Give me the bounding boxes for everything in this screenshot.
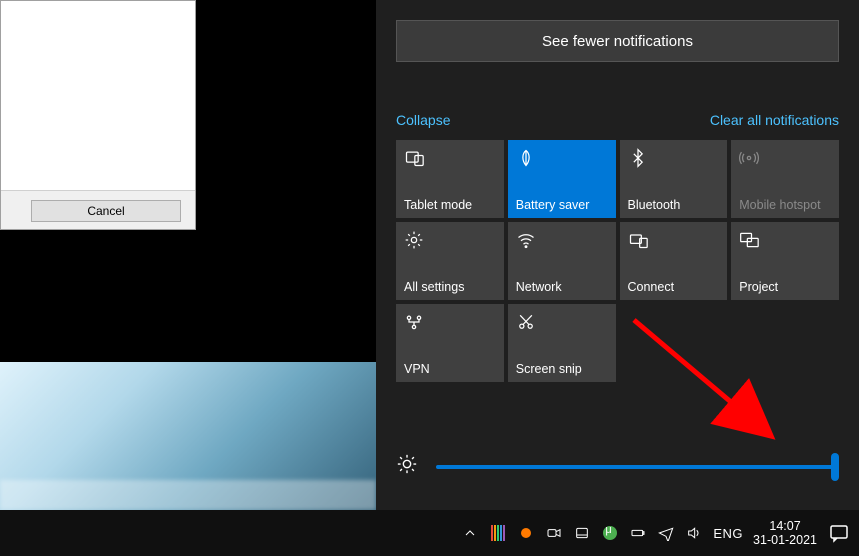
taskbar-date: 31-01-2021	[753, 533, 817, 547]
language-indicator[interactable]: ENG	[713, 526, 743, 541]
system-tray: ENG 14:07 31-01-2021	[461, 519, 851, 548]
dialog-window: Cancel	[0, 0, 196, 230]
utorrent-tray-icon[interactable]	[601, 524, 619, 542]
brightness-icon	[396, 453, 418, 480]
cancel-button[interactable]: Cancel	[31, 200, 181, 222]
touchpad-icon[interactable]	[573, 524, 591, 542]
brightness-control	[396, 453, 839, 480]
see-fewer-notifications-button[interactable]: See fewer notifications	[396, 20, 839, 62]
battery-tray-icon[interactable]	[629, 524, 647, 542]
airplane-mode-icon[interactable]	[657, 524, 675, 542]
tile-screen-snip[interactable]: Screen snip	[508, 304, 616, 382]
tile-bluetooth[interactable]: Bluetooth	[620, 140, 728, 218]
tile-label: Mobile hotspot	[739, 198, 831, 212]
tablet-mode-icon	[404, 148, 426, 168]
taskbar: ENG 14:07 31-01-2021	[0, 510, 859, 556]
tile-network[interactable]: Network	[508, 222, 616, 300]
bluetooth-icon	[628, 148, 650, 168]
desktop-wallpaper	[0, 362, 376, 510]
tile-connect[interactable]: Connect	[620, 222, 728, 300]
tile-label: Bluetooth	[628, 198, 720, 212]
taskbar-clock[interactable]: 14:07 31-01-2021	[753, 519, 817, 548]
hotspot-icon	[739, 148, 761, 168]
taskbar-time: 14:07	[753, 519, 817, 533]
tile-battery-saver[interactable]: Battery saver	[508, 140, 616, 218]
action-center-panel: See fewer notifications Collapse Clear a…	[376, 0, 859, 510]
recorder-tray-icon[interactable]	[517, 524, 535, 542]
tile-label: Battery saver	[516, 198, 608, 212]
tile-label: Connect	[628, 280, 720, 294]
tile-mobile-hotspot[interactable]: Mobile hotspot	[731, 140, 839, 218]
wifi-icon	[516, 230, 538, 250]
meet-now-icon[interactable]	[545, 524, 563, 542]
action-center-button[interactable]	[827, 521, 851, 545]
tile-label: Tablet mode	[404, 198, 496, 212]
connect-icon	[628, 230, 650, 250]
volume-icon[interactable]	[685, 524, 703, 542]
tray-overflow-chevron-icon[interactable]	[461, 524, 479, 542]
clear-all-notifications-link[interactable]: Clear all notifications	[710, 112, 839, 128]
brightness-slider[interactable]	[436, 465, 839, 469]
vpn-icon	[404, 312, 426, 332]
dialog-body	[1, 1, 195, 191]
project-icon	[739, 230, 761, 250]
gear-icon	[404, 230, 426, 250]
tile-project[interactable]: Project	[731, 222, 839, 300]
tile-label: Project	[739, 280, 831, 294]
quick-action-tiles: Tablet mode Battery saver Bluetooth Mobi…	[396, 140, 839, 382]
tile-tablet-mode[interactable]: Tablet mode	[396, 140, 504, 218]
tile-vpn[interactable]: VPN	[396, 304, 504, 382]
leaf-icon	[516, 148, 538, 168]
tile-label: All settings	[404, 280, 496, 294]
tile-all-settings[interactable]: All settings	[396, 222, 504, 300]
tile-label: VPN	[404, 362, 496, 376]
snip-icon	[516, 312, 538, 332]
app-tray-icon[interactable]	[489, 524, 507, 542]
tile-label: Screen snip	[516, 362, 608, 376]
tile-label: Network	[516, 280, 608, 294]
collapse-link[interactable]: Collapse	[396, 112, 450, 128]
